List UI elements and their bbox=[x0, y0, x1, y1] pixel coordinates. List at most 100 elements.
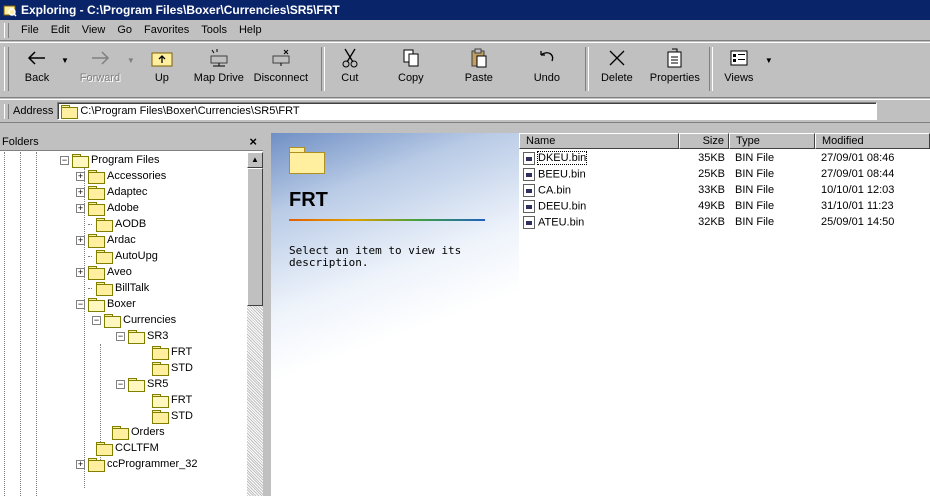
disconnect-button[interactable]: Disconnect bbox=[249, 43, 313, 93]
tree-scrollbar[interactable]: ▲ bbox=[247, 152, 263, 496]
tree-item-autoupg[interactable]: AutoUpg bbox=[88, 248, 158, 264]
column-header-size[interactable]: Size bbox=[679, 133, 729, 149]
tree-item-adobe[interactable]: + Adobe bbox=[76, 200, 139, 216]
back-button[interactable]: Back bbox=[15, 43, 59, 93]
address-bar: Address C:\Program Files\Boxer\Currencie… bbox=[0, 99, 930, 123]
back-dropdown-icon[interactable]: ▼ bbox=[61, 56, 69, 65]
tree-item-label: CCLTFM bbox=[115, 442, 159, 454]
file-size: 25KB bbox=[698, 168, 725, 180]
file-row[interactable]: ATEU.bin 32KB BIN File 25/09/01 14:50 bbox=[519, 214, 930, 230]
expand-icon[interactable]: + bbox=[76, 203, 85, 213]
folder-open-icon bbox=[72, 153, 89, 168]
column-header-type[interactable]: Type bbox=[729, 133, 815, 149]
properties-label: Properties bbox=[649, 72, 700, 84]
undo-button[interactable]: Undo bbox=[517, 43, 577, 93]
close-icon[interactable]: × bbox=[249, 133, 257, 151]
file-row[interactable]: DKEU.bin 35KB BIN File 27/09/01 08:46 bbox=[519, 150, 930, 166]
folder-icon bbox=[88, 201, 105, 216]
menu-file[interactable]: File bbox=[15, 22, 45, 38]
folder-open-icon bbox=[88, 297, 105, 312]
collapse-icon[interactable]: − bbox=[76, 299, 85, 309]
up-folder-icon bbox=[151, 47, 173, 69]
views-button[interactable]: Views bbox=[721, 43, 757, 93]
address-grip[interactable] bbox=[4, 103, 9, 119]
menu-grip[interactable] bbox=[4, 22, 9, 38]
expand-icon[interactable]: + bbox=[76, 267, 85, 277]
menu-edit[interactable]: Edit bbox=[45, 22, 76, 38]
tree-item-program-files[interactable]: − Program Files bbox=[60, 152, 159, 168]
folder-tree[interactable]: − Program Files + Accessories + Adaptec … bbox=[0, 152, 247, 496]
cut-button[interactable]: Cut bbox=[333, 43, 367, 93]
tree-item-boxer[interactable]: − Boxer bbox=[76, 296, 136, 312]
large-folder-icon bbox=[289, 147, 325, 174]
file-name: ATEU.bin bbox=[538, 215, 585, 228]
tree-item-currencies[interactable]: − Currencies bbox=[92, 312, 176, 328]
delete-button[interactable]: Delete bbox=[597, 43, 637, 93]
tree-guide-line bbox=[4, 152, 5, 496]
forward-dropdown-icon[interactable]: ▼ bbox=[127, 56, 135, 65]
tree-guide-line bbox=[36, 152, 37, 496]
up-button[interactable]: Up bbox=[143, 43, 181, 93]
toolbar-separator bbox=[320, 47, 325, 91]
views-dropdown-icon[interactable]: ▼ bbox=[765, 56, 773, 65]
address-input[interactable]: C:\Program Files\Boxer\Currencies\SR5\FR… bbox=[57, 102, 878, 120]
column-header-modified[interactable]: Modified bbox=[815, 133, 930, 149]
tree-item-sr5[interactable]: − SR5 bbox=[116, 376, 168, 392]
tree-item-sr3-std[interactable]: STD bbox=[152, 360, 193, 376]
folder-open-icon bbox=[128, 329, 145, 344]
file-row[interactable]: CA.bin 33KB BIN File 10/10/01 12:03 bbox=[519, 182, 930, 198]
pane-splitter[interactable] bbox=[263, 133, 271, 496]
collapse-icon[interactable]: − bbox=[116, 379, 125, 389]
menu-tools[interactable]: Tools bbox=[195, 22, 233, 38]
menu-view[interactable]: View bbox=[76, 22, 112, 38]
tree-item-aveo[interactable]: + Aveo bbox=[76, 264, 132, 280]
file-size: 33KB bbox=[698, 184, 725, 196]
tree-item-label: Currencies bbox=[123, 314, 177, 326]
tree-item-ccprogrammer[interactable]: + ccProgrammer_32 bbox=[76, 456, 197, 472]
expand-icon[interactable]: + bbox=[76, 235, 85, 245]
menu-go[interactable]: Go bbox=[111, 22, 138, 38]
tree-item-sr3-frt[interactable]: FRT bbox=[152, 344, 192, 360]
copy-label: Copy bbox=[398, 72, 424, 84]
expand-icon[interactable]: + bbox=[76, 171, 85, 181]
tree-item-sr3[interactable]: − SR3 bbox=[116, 328, 168, 344]
title-bar[interactable]: Exploring - C:\Program Files\Boxer\Curre… bbox=[0, 0, 930, 20]
file-row[interactable]: DEEU.bin 49KB BIN File 31/10/01 11:23 bbox=[519, 198, 930, 214]
collapse-icon[interactable]: − bbox=[116, 331, 125, 341]
tree-item-ccltfm[interactable]: CCLTFM bbox=[96, 440, 159, 456]
menu-help[interactable]: Help bbox=[233, 22, 268, 38]
file-list[interactable]: Name Size Type Modified DKEU.bin 35KB BI… bbox=[519, 133, 930, 496]
tree-item-adaptec[interactable]: + Adaptec bbox=[76, 184, 147, 200]
folder-info-panel: FRT Select an item to view its descripti… bbox=[271, 133, 519, 496]
tree-item-sr5-std[interactable]: STD bbox=[152, 408, 193, 424]
file-type: BIN File bbox=[735, 184, 775, 196]
properties-button[interactable]: Properties bbox=[645, 43, 705, 93]
column-header-name[interactable]: Name bbox=[519, 133, 679, 149]
toolbar-grip[interactable] bbox=[4, 47, 9, 91]
tree-connector bbox=[88, 255, 92, 257]
file-modified: 10/10/01 12:03 bbox=[821, 184, 895, 196]
tree-item-ardac[interactable]: + Ardac bbox=[76, 232, 136, 248]
menu-favorites[interactable]: Favorites bbox=[138, 22, 195, 38]
file-size: 49KB bbox=[698, 200, 725, 212]
tree-item-accessories[interactable]: + Accessories bbox=[76, 168, 166, 184]
copy-button[interactable]: Copy bbox=[381, 43, 441, 93]
tree-item-billtalk[interactable]: BillTalk bbox=[88, 280, 149, 296]
file-row[interactable]: BEEU.bin 25KB BIN File 27/09/01 08:44 bbox=[519, 166, 930, 182]
tree-item-sr5-frt[interactable]: FRT bbox=[152, 392, 192, 408]
collapse-icon[interactable]: − bbox=[92, 315, 101, 325]
cut-label: Cut bbox=[341, 72, 359, 84]
map-drive-icon bbox=[208, 47, 230, 69]
tree-item-orders[interactable]: Orders bbox=[112, 424, 165, 440]
scroll-thumb[interactable] bbox=[247, 168, 263, 306]
expand-icon[interactable]: + bbox=[76, 459, 85, 469]
forward-button[interactable]: Forward bbox=[75, 43, 125, 93]
paste-button[interactable]: Paste bbox=[449, 43, 509, 93]
scroll-up-arrow-icon[interactable]: ▲ bbox=[247, 152, 263, 168]
expand-icon[interactable]: + bbox=[76, 187, 85, 197]
map-drive-button[interactable]: Map Drive bbox=[193, 43, 245, 93]
webview-background bbox=[271, 133, 519, 496]
tree-item-aodb[interactable]: AODB bbox=[88, 216, 146, 232]
collapse-icon[interactable]: − bbox=[60, 155, 69, 165]
copy-icon bbox=[402, 47, 420, 69]
